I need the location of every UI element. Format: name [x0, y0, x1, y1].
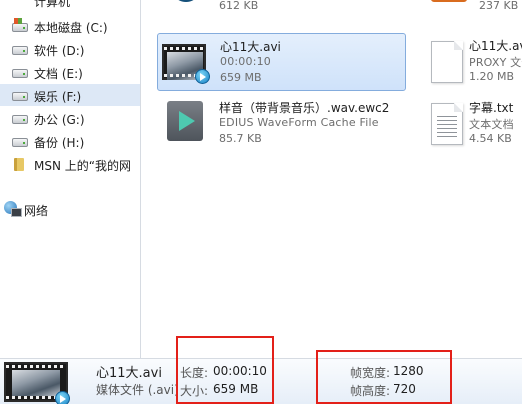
drive-icon [12, 92, 28, 101]
nav-item-drive-d[interactable]: 软件 (D:) [0, 38, 140, 60]
video-thumbnail [4, 362, 70, 404]
file-tile-avi[interactable]: 心11大.avi 00:00:10 659 MB [157, 33, 406, 91]
drive-icon [12, 46, 28, 55]
file-tile-ewc2[interactable]: 样音（带背景音乐）.wav.ewc2 EDIUS WaveForm Cache … [157, 95, 409, 153]
media-file-icon [171, 0, 201, 2]
file-type: 文本文档 [469, 118, 514, 131]
file-name: 字幕.txt [469, 101, 514, 115]
nav-item-drive-f[interactable]: 娱乐 (F:) [0, 84, 140, 106]
file-tile-proxy[interactable]: 心11大.avi PROXY 文件 1.20 MB [417, 33, 522, 91]
file-duration: 00:00:10 [220, 55, 272, 68]
nav-item-drive-g[interactable]: 办公 (G:) [0, 107, 140, 129]
nav-item-network[interactable]: 网络 [0, 198, 140, 220]
nav-item-label: 娱乐 (F:) [34, 90, 82, 104]
navigation-pane: 计算机 本地磁盘 (C:) 软件 (D:) 文档 (E:) 娱乐 (F:) 办公… [0, 0, 140, 358]
file-size: 237 KB [479, 0, 519, 12]
file-size: 85.7 KB [219, 132, 262, 145]
highlight-box-length-size [176, 336, 274, 404]
nav-item-label: 软件 (D:) [34, 44, 85, 58]
file-size: 659 MB [220, 71, 262, 84]
drive-icon [12, 69, 28, 78]
nav-item-label: 办公 (G:) [34, 113, 85, 127]
nav-item-label: 计算机 [34, 0, 71, 9]
text-file-icon [431, 103, 463, 145]
drive-icon [12, 115, 28, 124]
file-type: PROXY 文件 [469, 56, 522, 69]
edius-icon [167, 101, 203, 141]
document-icon [431, 41, 463, 83]
video-thumbnail [162, 44, 210, 84]
nav-item-drive-h[interactable]: 备份 (H:) [0, 130, 140, 152]
drive-icon [12, 138, 28, 147]
file-name: 心11大.avi [220, 40, 281, 54]
file-size: 1.20 MB [469, 70, 515, 83]
pane-splitter[interactable] [140, 0, 151, 358]
file-tile-txt[interactable]: 字幕.txt 文本文档 4.54 KB [417, 95, 522, 153]
nav-item-label: 网络 [24, 204, 49, 218]
file-list: 媒体文件 (.mp3) 612 KB Ai Adobe Illustrator … [151, 0, 522, 358]
nav-item-label: 备份 (H:) [34, 136, 85, 150]
nav-item-drive-e[interactable]: 文档 (E:) [0, 61, 140, 83]
file-size: 4.54 KB [469, 132, 512, 145]
network-icon [4, 201, 22, 217]
details-thumbnail [4, 362, 70, 404]
highlight-box-frame-size [316, 350, 452, 404]
file-name: 样音（带背景音乐）.wav.ewc2 [219, 101, 390, 115]
nav-item-computer[interactable]: 计算机 [0, 0, 140, 12]
file-type: EDIUS WaveForm Cache File [219, 116, 379, 129]
nav-item-msn[interactable]: MSN 上的“我的网 [0, 153, 140, 175]
details-file-type: 媒体文件 (.avi) [96, 383, 179, 397]
details-file-name: 心11大.avi [96, 366, 162, 381]
media-play-icon [55, 391, 70, 404]
nav-item-label: 本地磁盘 (C:) [34, 21, 108, 35]
folder-icon [14, 158, 24, 171]
nav-item-drive-c[interactable]: 本地磁盘 (C:) [0, 15, 140, 37]
file-name: 心11大.avi [469, 39, 522, 53]
nav-item-label: 文档 (E:) [34, 67, 83, 81]
file-size: 612 KB [219, 0, 259, 12]
illustrator-icon: Ai [431, 0, 467, 2]
system-drive-icon [12, 18, 28, 32]
media-play-icon [195, 69, 210, 84]
nav-item-label: MSN 上的“我的网 [34, 159, 131, 173]
